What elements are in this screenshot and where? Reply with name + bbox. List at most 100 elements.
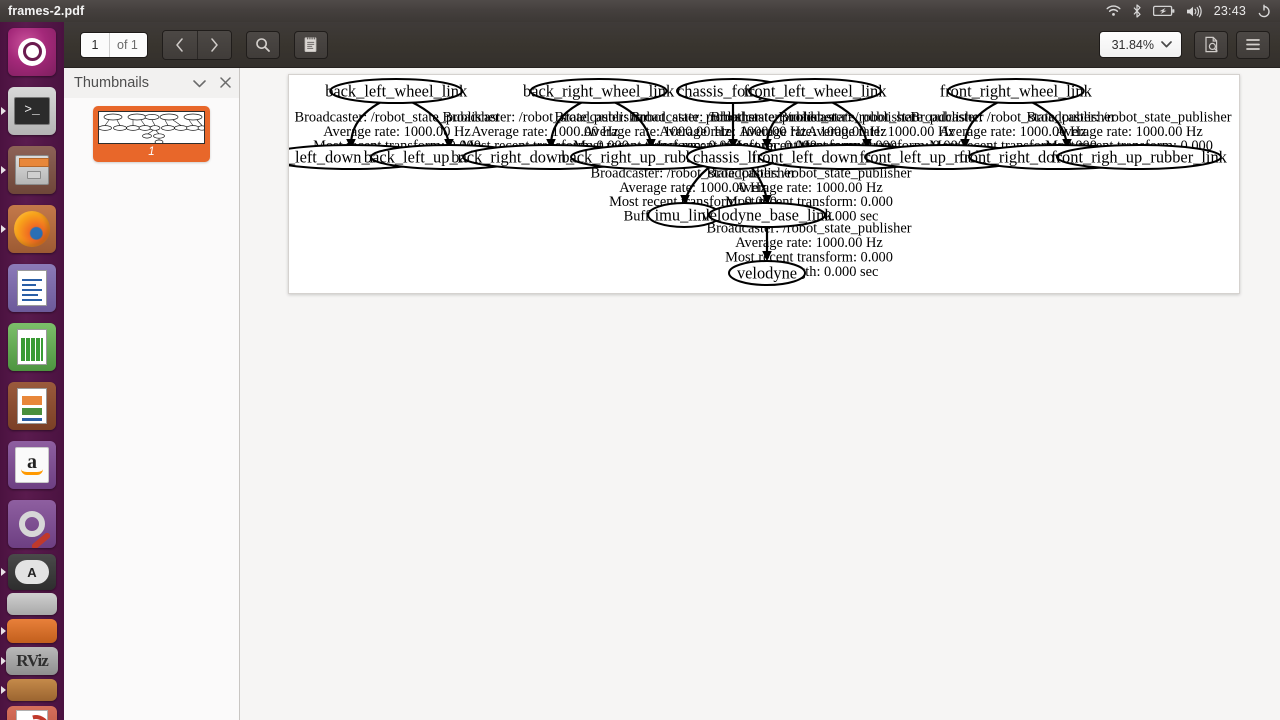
thumbnail-page-number: 1 [148,146,155,158]
files-icon [8,145,56,194]
sidebar-collapse-button[interactable] [193,76,206,91]
system-tray: 23:43 [1106,4,1280,18]
hamburger-menu-icon [1246,39,1260,50]
node-front-right-wheel-link[interactable]: front_right_wheel_link [940,78,1093,104]
launcher-item-ardupilot[interactable] [0,617,64,645]
running-indicator-icon [1,568,6,576]
chevron-right-icon [211,37,218,52]
launcher-item-terminal[interactable]: >_ [0,81,64,140]
sidebar-header: Thumbnails [64,68,239,98]
node-front-left-wheel-link[interactable]: front_left_wheel_link [744,78,888,104]
ubuntu-dash-icon [8,27,56,76]
evince-icon [7,706,57,720]
thumbnails-sidebar: Thumbnails 1 [64,68,240,720]
wifi-icon[interactable] [1106,5,1121,17]
window-title: frames-2.pdf [8,4,85,18]
node-label: back_right_wheel_link [523,82,675,101]
zoom-level-combobox[interactable]: 31.84% [1098,31,1182,58]
thumbnail-page-1[interactable]: 1 [93,106,210,162]
clock[interactable]: 23:43 [1214,4,1246,18]
launcher-item-libreoffice-writer[interactable] [0,258,64,317]
launcher-item-libreoffice-calc[interactable] [0,317,64,376]
pdf-page-1: Broadcaster: /robot_state_publisher Aver… [288,74,1240,294]
libreoffice-calc-icon [8,322,56,371]
node-label: velodyne_base_link [701,206,833,225]
archive-manager-icon [7,679,57,701]
previous-page-button[interactable] [162,30,197,59]
unity-launcher: >_ a A RViz [0,22,64,720]
ardupilot-icon [7,619,57,643]
running-indicator-icon [1,106,6,115]
node-label: velodyne [737,264,797,283]
node-front-right-up-rubber-link[interactable]: front_righ_up_rubber_link [1051,144,1228,170]
edge-labels: Broadcaster: /robot_state_publisher Aver… [294,109,1231,279]
launcher-item-rviz[interactable]: RViz [0,645,64,677]
page-view-button[interactable] [1194,30,1228,59]
thumbnail-graph-icon [99,113,204,143]
annotations-icon [304,37,317,53]
close-icon [220,76,231,88]
running-indicator-icon [1,627,6,635]
node-label: front_left_wheel_link [744,82,888,101]
bluetooth-icon[interactable] [1132,4,1142,18]
thumbnail-list[interactable]: 1 [64,98,239,720]
node-velodyne[interactable]: velodyne [728,260,806,286]
running-indicator-icon [1,165,6,174]
power-icon[interactable] [1257,4,1271,18]
search-button[interactable] [245,30,280,59]
launcher-item-ubuntu-dash[interactable] [0,22,64,81]
launcher-item-gazebo-client[interactable] [0,591,64,617]
launcher-item-system-settings[interactable] [0,494,64,553]
launcher-item-firefox[interactable] [0,199,64,258]
libreoffice-writer-icon [8,263,56,312]
firefox-icon [8,204,56,253]
gazebo-client-icon [7,593,57,615]
launcher-item-amazon[interactable]: a [0,435,64,494]
terminal-icon: >_ [8,86,56,135]
chevron-left-icon [176,37,184,52]
top-panel: frames-2.pdf 23:43 [0,0,1280,22]
next-page-button[interactable] [196,30,231,59]
sidebar-close-button[interactable] [220,76,231,91]
amazon-icon: a [8,440,56,489]
libreoffice-impress-icon [8,381,56,430]
launcher-item-evince[interactable] [0,703,64,720]
launcher-item-gazebo[interactable]: A [0,553,64,591]
annotations-button[interactable] [293,30,328,59]
node-label: back_left_wheel_link [325,82,468,101]
launcher-item-libreoffice-impress[interactable] [0,376,64,435]
node-label: front_right_wheel_link [940,82,1093,101]
chevron-down-icon [193,79,206,87]
document-view[interactable]: Broadcaster: /robot_state_publisher Aver… [240,68,1280,720]
thumbnail-preview [98,111,205,144]
search-icon [256,37,270,52]
node-back-left-wheel-link[interactable]: back_left_wheel_link [325,78,468,104]
sidebar-controls [193,76,231,91]
amazon-letter: a [27,450,37,473]
page-number-control[interactable]: of 1 [80,31,148,58]
launcher-item-files[interactable] [0,140,64,199]
rviz-icon: RViz [6,647,58,675]
node-velodyne-base-link[interactable]: velodyne_base_link [701,202,833,228]
evince-toolbar: of 1 31.84% [64,22,1280,68]
rviz-label: RViz [16,651,49,670]
running-indicator-icon [1,224,6,233]
page-total-label: of 1 [109,32,147,57]
page-number-input[interactable] [81,32,109,57]
launcher-item-archive-manager[interactable] [0,677,64,703]
node-back-right-wheel-link[interactable]: back_right_wheel_link [523,78,675,104]
chevron-down-icon [1161,41,1172,48]
page-nav-group [161,29,232,60]
tf-tree-graph: Broadcaster: /robot_state_publisher Aver… [289,78,1232,286]
node-label: front_righ_up_rubber_link [1051,148,1228,167]
sidebar-title: Thumbnails [74,75,149,91]
toolbar-right-buttons [1194,30,1270,59]
main-menu-button[interactable] [1236,30,1270,59]
gazebo-icon: A [8,554,56,590]
running-indicator-icon [1,686,6,694]
system-settings-icon [8,499,56,548]
battery-icon[interactable] [1152,5,1175,17]
zoom-level-value: 31.84% [1111,37,1154,52]
volume-icon[interactable] [1186,5,1203,18]
page-view-icon [1204,36,1218,53]
